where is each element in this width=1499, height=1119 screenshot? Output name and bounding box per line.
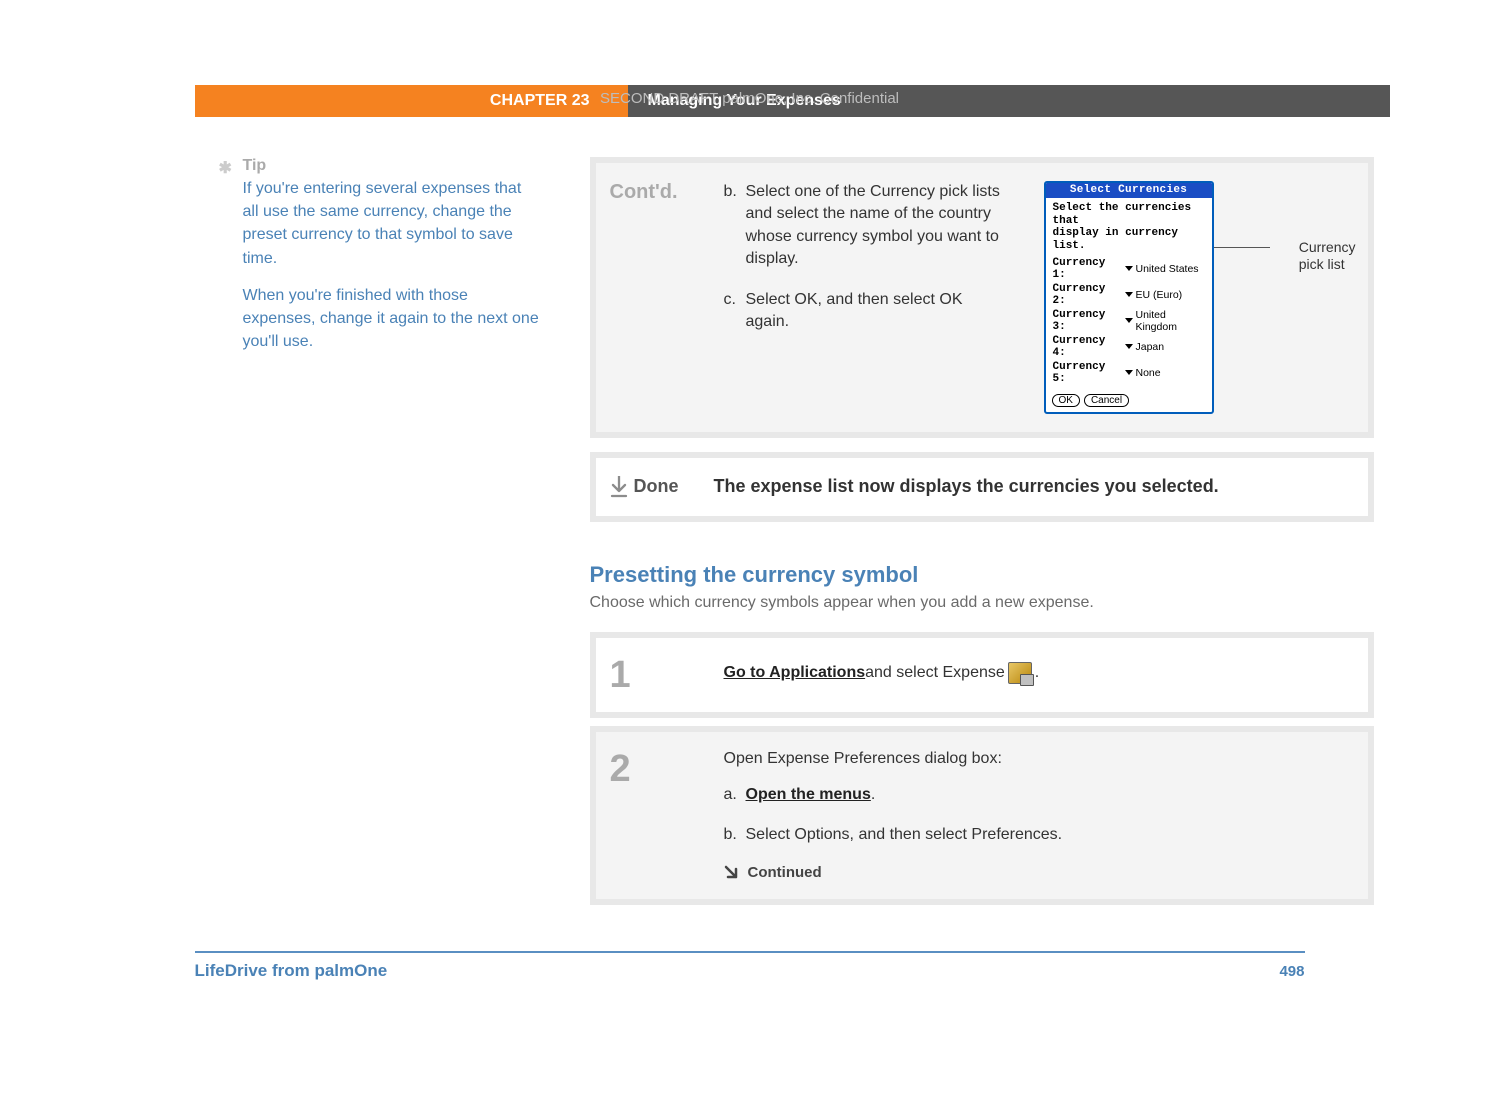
currency-row-value: Japan: [1136, 341, 1165, 353]
select-currencies-screenshot: Select Currencies Select the currencies …: [1044, 181, 1214, 414]
step2-letter-b: b.: [724, 824, 746, 846]
step-1-box: 1 Go to Applications and select Expense …: [590, 632, 1374, 718]
done-box: Done The expense list now displays the c…: [590, 452, 1374, 522]
currency-row-label: Currency 4:: [1053, 335, 1125, 359]
chapter-label: CHAPTER 23: [195, 85, 628, 117]
callout-text: Currency pick list: [1299, 239, 1356, 273]
tip-label: Tip: [243, 157, 542, 175]
page-number: 498: [1279, 963, 1304, 980]
continued-step-box: Cont'd. b. Select one of the Currency pi…: [590, 157, 1374, 438]
step1-period: .: [1035, 664, 1039, 682]
continued-label: Continued: [748, 864, 822, 881]
currency-row-label: Currency 3:: [1053, 309, 1125, 333]
step2-letter-a: a.: [724, 784, 746, 806]
dropdown-icon: [1125, 318, 1133, 323]
go-to-applications-link[interactable]: Go to Applications: [724, 664, 866, 682]
expense-app-icon: [1008, 662, 1032, 684]
screenshot-title: Select Currencies: [1046, 183, 1212, 198]
step-text-b: Select one of the Currency pick lists an…: [746, 181, 1006, 271]
currency-row-value: United Kingdom: [1136, 309, 1205, 333]
main-content: Cont'd. b. Select one of the Currency pi…: [590, 157, 1390, 905]
currency-row-label: Currency 2:: [1053, 283, 1125, 307]
dropdown-icon: [1125, 266, 1133, 271]
contd-label: Cont'd.: [610, 181, 714, 204]
currency-row-value: None: [1136, 367, 1161, 379]
screenshot-msg-2: display in currency list.: [1053, 227, 1205, 252]
screenshot-area: Select Currencies Select the currencies …: [1044, 181, 1356, 414]
tip-paragraph-1: If you're entering several expenses that…: [243, 177, 542, 270]
tip-paragraph-2: When you're finished with those expenses…: [243, 284, 542, 354]
step1-text-after: and select Expense: [865, 664, 1005, 682]
currency-row-value: United States: [1136, 263, 1199, 275]
callout-line-1: Currency: [1299, 239, 1356, 256]
currency-row-label: Currency 1:: [1053, 257, 1125, 281]
dropdown-icon: [1125, 344, 1133, 349]
dropdown-icon: [1125, 292, 1133, 297]
screenshot-msg-1: Select the currencies that: [1053, 202, 1205, 227]
dropdown-icon: [1125, 370, 1133, 375]
callout-line-2: pick list: [1299, 256, 1356, 273]
section-subtext: Choose which currency symbols appear whe…: [590, 594, 1374, 612]
step2-text-b: Select Options, and then select Preferen…: [746, 824, 1063, 846]
step-text-c: Select OK, and then select OK again.: [746, 289, 1006, 334]
step-number-1: 1: [610, 656, 714, 694]
step-letter-b: b.: [724, 181, 746, 203]
cancel-button: Cancel: [1084, 394, 1129, 407]
currency-row-value: EU (Euro): [1136, 289, 1183, 301]
product-name: LifeDrive from palmOne: [195, 961, 1280, 981]
section-heading: Presetting the currency symbol: [590, 562, 1374, 588]
step-letter-c: c.: [724, 289, 746, 311]
continued-indicator: Continued: [724, 864, 1356, 881]
continued-arrow-icon: [724, 865, 740, 881]
currency-row-label: Currency 5:: [1053, 361, 1125, 385]
step2-a-after: .: [871, 786, 875, 803]
step-number-2: 2: [610, 750, 714, 788]
confidential-header: SECOND DRAFT palmOne, Inc. Confidential: [600, 90, 899, 107]
tip-sidebar: Tip If you're entering several expenses …: [110, 157, 590, 905]
done-arrow-icon: [610, 476, 634, 498]
tip-body: If you're entering several expenses that…: [243, 177, 542, 353]
step2-intro: Open Expense Preferences dialog box:: [724, 750, 1356, 768]
done-label: Done: [634, 476, 714, 497]
done-text: The expense list now displays the curren…: [714, 476, 1358, 497]
step-2-box: 2 Open Expense Preferences dialog box: a…: [590, 726, 1374, 906]
ok-button: OK: [1052, 394, 1080, 407]
page-footer: LifeDrive from palmOne 498: [195, 951, 1305, 981]
open-the-menus-link[interactable]: Open the menus: [746, 786, 871, 803]
callout-line: [1214, 247, 1270, 248]
